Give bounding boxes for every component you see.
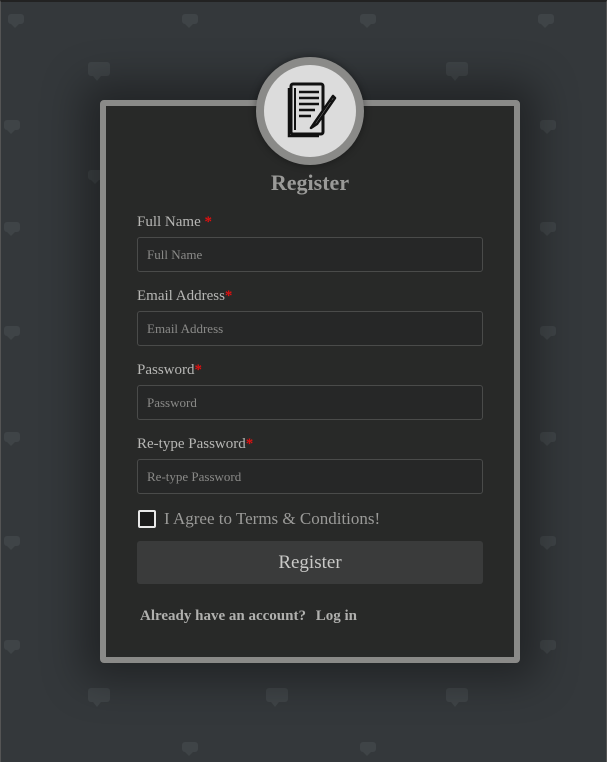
login-prompt-text: Already have an account? (140, 608, 306, 624)
login-prompt-row: Already have an account? Log in (140, 608, 357, 625)
terms-checkbox[interactable] (138, 510, 156, 528)
email-label: Email Address* (137, 288, 233, 304)
retype-password-input[interactable] (137, 459, 483, 494)
register-avatar (256, 57, 364, 165)
email-input[interactable] (137, 311, 483, 346)
page-title: Register (270, 170, 350, 195)
login-link[interactable]: Log in (316, 608, 357, 624)
terms-row: I Agree to Terms & Conditions! (138, 509, 380, 529)
full-name-label: Full Name * (137, 214, 212, 230)
full-name-input[interactable] (137, 237, 483, 272)
register-button[interactable]: Register (137, 541, 483, 584)
retype-password-label: Re-type Password* (137, 436, 254, 452)
terms-label: I Agree to Terms & Conditions! (164, 509, 381, 528)
password-input[interactable] (137, 385, 483, 420)
password-label: Password* (137, 362, 203, 378)
document-pen-icon (287, 82, 337, 138)
